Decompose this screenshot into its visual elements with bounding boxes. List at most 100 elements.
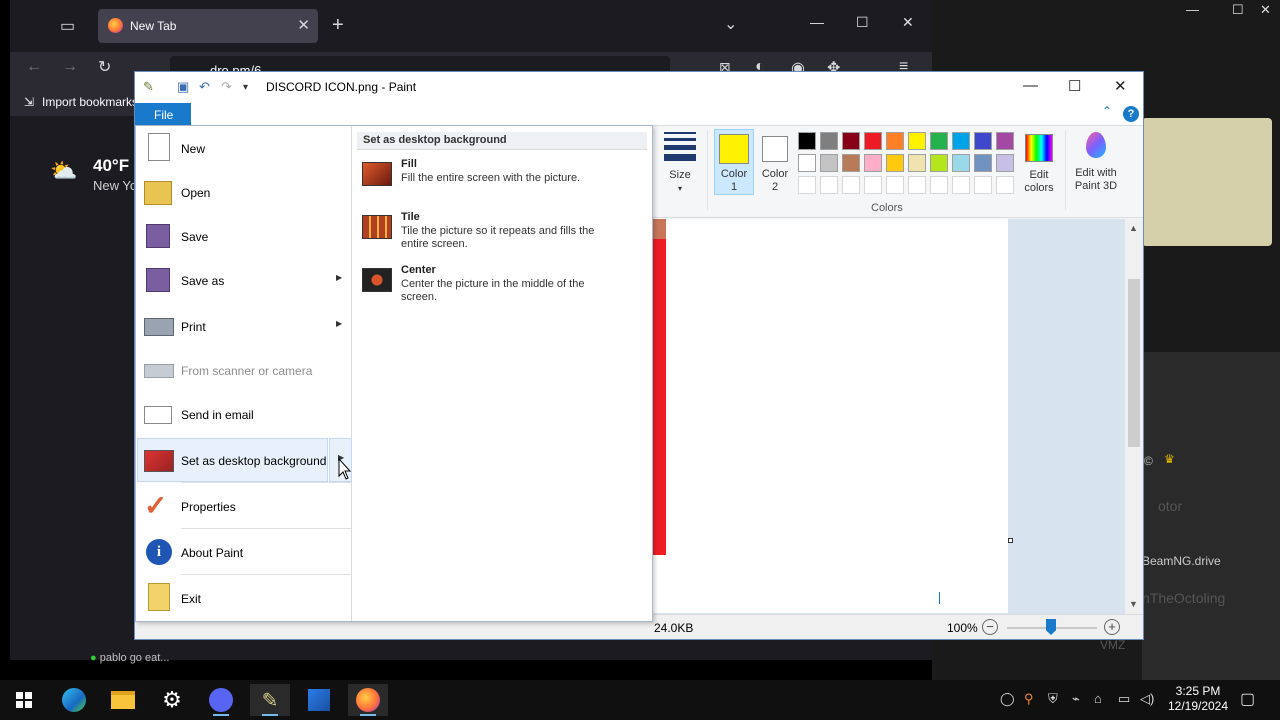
bluetooth-icon[interactable]: ⌁ [1072, 691, 1080, 707]
tab-overview-icon[interactable]: ▭ [60, 16, 75, 36]
palette-color[interactable] [930, 154, 948, 172]
taskbar-discord[interactable] [201, 684, 241, 716]
new-tab-icon[interactable]: + [332, 14, 344, 37]
network-icon[interactable]: ▭ [1118, 691, 1130, 707]
import-bookmarks-link[interactable]: Import bookmarks... [42, 95, 148, 109]
canvas[interactable] [653, 219, 1008, 613]
redo-icon[interactable]: ↷ [221, 79, 232, 95]
menu-item-new[interactable]: New [136, 126, 352, 170]
palette-color[interactable] [864, 154, 882, 172]
submenu-option-fill[interactable]: Fill Fill the entire screen with the pic… [357, 158, 647, 208]
usb-icon[interactable]: ⌂ [1094, 691, 1102, 706]
zoom-out-icon[interactable]: − [982, 619, 998, 635]
palette-color[interactable] [930, 132, 948, 150]
clock[interactable]: 3:25 PM 12/19/2024 [1160, 684, 1236, 714]
palette-color[interactable] [886, 132, 904, 150]
taskbar-file-explorer[interactable] [103, 684, 143, 716]
palette-color[interactable] [820, 154, 838, 172]
vertical-scrollbar[interactable]: ▲ ▼ [1125, 219, 1143, 614]
taskbar-settings[interactable]: ⚙ [152, 684, 192, 716]
close-tab-icon[interactable]: ✕ [297, 16, 310, 34]
start-button[interactable] [4, 684, 44, 716]
palette-custom-slot[interactable] [864, 176, 882, 194]
size-button[interactable]: Size ▾ [663, 132, 697, 195]
color2-swatch[interactable] [762, 136, 788, 162]
close-icon[interactable]: ✕ [1114, 77, 1127, 95]
file-tab[interactable]: File [135, 103, 191, 126]
menu-item-print[interactable]: Print ▶ [136, 304, 352, 348]
palette-custom-slot[interactable] [952, 176, 970, 194]
scroll-down-icon[interactable]: ▼ [1129, 599, 1138, 609]
taskbar-paint[interactable]: ✎ [250, 684, 290, 716]
palette-custom-slot[interactable] [930, 176, 948, 194]
menu-item-properties[interactable]: ✓ Properties [136, 484, 352, 528]
gear-icon: ⚙ [162, 687, 182, 712]
tray-circle-icon[interactable]: ◯ [1000, 691, 1015, 707]
help-icon[interactable]: ? [1123, 106, 1139, 122]
dropdown-arrow-icon: ▾ [677, 184, 682, 193]
menu-item-save[interactable]: Save [136, 214, 352, 258]
collapse-ribbon-icon[interactable]: ⌃ [1102, 104, 1112, 118]
shield-tray-icon[interactable]: ⛨ [1048, 691, 1058, 707]
resize-handle[interactable] [1008, 538, 1013, 543]
menu-item-send-email[interactable]: Send in email [136, 392, 352, 436]
palette-color[interactable] [798, 154, 816, 172]
maximize-icon[interactable]: ☐ [1068, 77, 1081, 95]
palette-color[interactable] [952, 154, 970, 172]
taskbar-firefox[interactable] [348, 684, 388, 716]
palette-custom-slot[interactable] [908, 176, 926, 194]
palette-custom-slot[interactable] [842, 176, 860, 194]
minimize-icon[interactable]: — [1186, 2, 1199, 17]
menu-item-about-paint[interactable]: i About Paint [136, 530, 352, 574]
minimize-icon[interactable]: — [1023, 77, 1038, 94]
menu-item-open[interactable]: Open [136, 170, 352, 214]
scroll-up-icon[interactable]: ▲ [1129, 223, 1138, 233]
forward-icon[interactable]: → [62, 58, 78, 76]
palette-color[interactable] [842, 132, 860, 150]
palette-custom-slot[interactable] [886, 176, 904, 194]
zoom-slider-thumb[interactable] [1046, 619, 1056, 635]
edit-with-paint3d-button[interactable]: Edit with Paint 3D [1069, 132, 1123, 193]
palette-color[interactable] [798, 132, 816, 150]
undo-icon[interactable]: ↶ [199, 79, 210, 95]
volume-icon[interactable]: ◁) [1140, 691, 1154, 707]
edit-colors-button[interactable]: Edit colors [1019, 134, 1059, 195]
close-icon[interactable]: ✕ [902, 14, 914, 31]
firefox-tab[interactable]: New Tab ✕ [98, 9, 318, 43]
scroll-thumb[interactable] [1128, 279, 1140, 447]
palette-color[interactable] [974, 132, 992, 150]
notification-icon[interactable]: ▢ [1240, 689, 1255, 709]
customize-toolbar-icon[interactable]: ▾ [243, 82, 248, 93]
palette-custom-slot[interactable] [996, 176, 1014, 194]
quick-save-icon[interactable]: ▣ [177, 79, 189, 95]
palette-color[interactable] [886, 154, 904, 172]
minimize-icon[interactable]: — [810, 14, 824, 30]
palette-color[interactable] [996, 132, 1014, 150]
zoom-in-icon[interactable]: + [1104, 619, 1120, 635]
taskbar-paint3d[interactable] [299, 684, 339, 716]
palette-custom-slot[interactable] [798, 176, 816, 194]
palette-color[interactable] [864, 132, 882, 150]
menu-item-save-as[interactable]: Save as ▶ [136, 258, 352, 302]
menu-item-set-desktop-background[interactable]: Set as desktop background ▶ [136, 438, 352, 482]
back-icon[interactable]: ← [26, 58, 42, 76]
maximize-icon[interactable]: ☐ [1232, 2, 1244, 18]
palette-color[interactable] [996, 154, 1014, 172]
maximize-icon[interactable]: ☐ [856, 14, 869, 31]
palette-color[interactable] [974, 154, 992, 172]
taskbar-edge[interactable] [54, 684, 94, 716]
close-icon[interactable]: ✕ [1260, 2, 1271, 18]
search-tray-icon[interactable]: ⚲ [1024, 691, 1034, 707]
palette-color[interactable] [842, 154, 860, 172]
submenu-option-center[interactable]: Center Center the picture in the middle … [357, 264, 647, 314]
submenu-option-tile[interactable]: Tile Tile the picture so it repeats and … [357, 211, 647, 261]
chevron-down-icon[interactable]: ⌄ [724, 14, 737, 34]
menu-item-exit[interactable]: Exit [136, 576, 352, 620]
palette-color[interactable] [952, 132, 970, 150]
palette-custom-slot[interactable] [974, 176, 992, 194]
palette-custom-slot[interactable] [820, 176, 838, 194]
palette-color[interactable] [908, 154, 926, 172]
palette-color[interactable] [820, 132, 838, 150]
reload-icon[interactable]: ↻ [98, 57, 111, 77]
palette-color[interactable] [908, 132, 926, 150]
